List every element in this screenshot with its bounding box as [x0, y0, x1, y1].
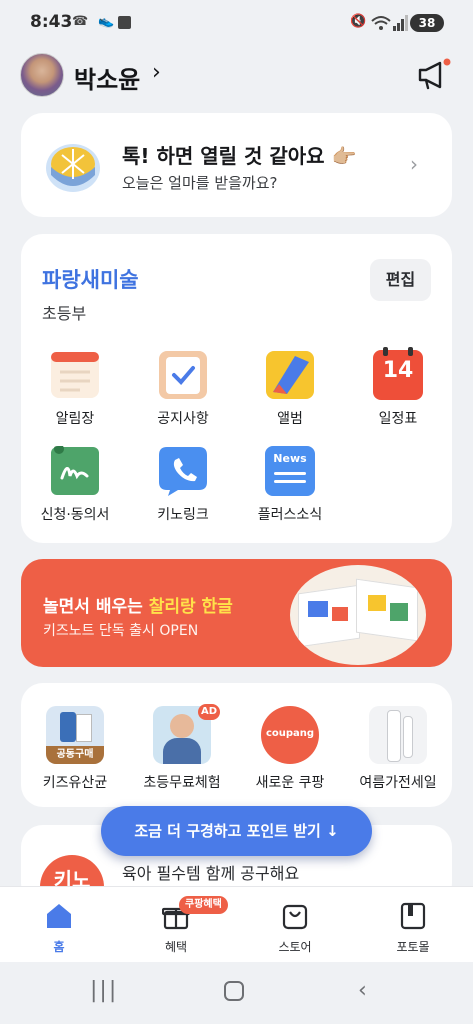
promo-label: 새로운 쿠팡 — [255, 775, 325, 791]
photo-book-icon — [400, 902, 426, 930]
recent-apps-icon[interactable]: ||| — [90, 978, 118, 1003]
promo-tag: 공동구매 — [46, 746, 104, 764]
signal-icon — [393, 15, 408, 31]
class-grade: 초등부 — [42, 304, 87, 323]
back-icon[interactable]: ‹ — [358, 978, 367, 1003]
chevron-right-icon[interactable]: › — [152, 60, 161, 85]
menu-label: 키노링크 — [157, 507, 209, 523]
promo-free-trial[interactable]: AD 초등무료체험 — [132, 704, 232, 796]
calendar-icon: 14 — [373, 347, 423, 400]
coupang-logo: coupang — [261, 706, 319, 764]
promo-label: 키즈유산균 — [42, 775, 108, 791]
tab-label: 포토몰 — [396, 940, 430, 954]
group-buy-text: 육아 필수템 함께 공구해요 — [122, 864, 300, 883]
wifi-icon — [371, 16, 391, 30]
battery-indicator: 38 — [410, 14, 444, 32]
home-nav-icon[interactable] — [224, 981, 244, 1001]
album-icon — [266, 351, 314, 399]
piggy-bank-icon — [46, 144, 100, 192]
check-square-icon — [118, 16, 131, 29]
phone-icon — [159, 447, 207, 496]
menu-album[interactable]: 앨범 — [240, 350, 340, 445]
book-image — [290, 565, 426, 665]
menu-label: 신청·동의서 — [40, 507, 110, 523]
tab-home[interactable]: 홈 — [14, 890, 104, 960]
menu-label: 공지사항 — [157, 411, 209, 427]
phone-call-icon: ☎ — [72, 14, 89, 29]
tab-store[interactable]: 스토어 — [250, 890, 340, 960]
tab-label: 혜택 — [164, 940, 188, 954]
status-time: 8:43 — [30, 12, 73, 32]
chevron-right-icon[interactable]: › — [410, 152, 418, 176]
signature-icon — [51, 446, 99, 495]
product-image: 공동구매 — [46, 706, 104, 764]
notebook-icon — [51, 352, 99, 398]
menu-plus-news[interactable]: News 플러스소식 — [240, 446, 340, 541]
promo-probiotics[interactable]: 공동구매 키즈유산균 — [25, 706, 125, 796]
edit-button[interactable]: 편집 — [370, 259, 431, 301]
school-name[interactable]: 파랑새미술 — [42, 264, 139, 294]
banner-title: 놀면서 배우는 찰리랑 한글 — [43, 597, 233, 617]
menu-schedule[interactable]: 14 일정표 — [348, 347, 448, 445]
promo-label: 여름가전세일 — [359, 775, 437, 791]
avatar[interactable] — [20, 53, 64, 97]
ad-badge: AD — [198, 704, 220, 720]
banner-highlight: 찰리랑 한글 — [148, 597, 233, 617]
news-icon: News — [265, 446, 315, 496]
banner-subtitle: 키즈노트 단독 출시 OPEN — [43, 623, 199, 639]
tab-label: 홈 — [53, 940, 65, 954]
promo-summer-sale[interactable]: 여름가전세일 — [348, 706, 448, 796]
mute-icon: 🔇 — [350, 14, 367, 29]
shopping-bag-icon — [282, 904, 308, 930]
menu-notice-book[interactable]: 알림장 — [25, 350, 125, 445]
tab-label: 스토어 — [278, 940, 312, 954]
coupang-benefit-badge: 쿠팡혜택 — [179, 896, 228, 914]
menu-label: 플러스소식 — [257, 507, 323, 523]
menu-kino-link[interactable]: 키노링크 — [133, 446, 233, 541]
user-name[interactable]: 박소윤 — [74, 60, 140, 95]
menu-consent-forms[interactable]: 신청·동의서 — [25, 446, 125, 541]
promo-label: 초등무료체험 — [143, 775, 221, 791]
home-icon — [47, 904, 71, 928]
browse-for-points-button[interactable]: 조금 더 구경하고 포인트 받기 ↓ — [101, 806, 372, 856]
menu-label: 알림장 — [55, 411, 95, 427]
promo-coupang[interactable]: coupang 새로운 쿠팡 — [240, 706, 340, 796]
tab-photo-mall[interactable]: 포토몰 — [368, 890, 458, 960]
menu-announcements[interactable]: 공지사항 — [133, 350, 233, 445]
allowance-title: 톡! 하면 열릴 것 같아요 👉🏼 — [122, 144, 357, 168]
appliance-image — [369, 706, 427, 764]
menu-label: 앨범 — [277, 411, 303, 427]
menu-label: 일정표 — [378, 411, 418, 427]
checklist-icon — [159, 351, 207, 399]
megaphone-icon[interactable] — [416, 58, 452, 92]
allowance-subtitle: 오늘은 얼마를 받을까요? — [122, 174, 278, 192]
sneaker-icon: 👟 — [98, 14, 115, 29]
